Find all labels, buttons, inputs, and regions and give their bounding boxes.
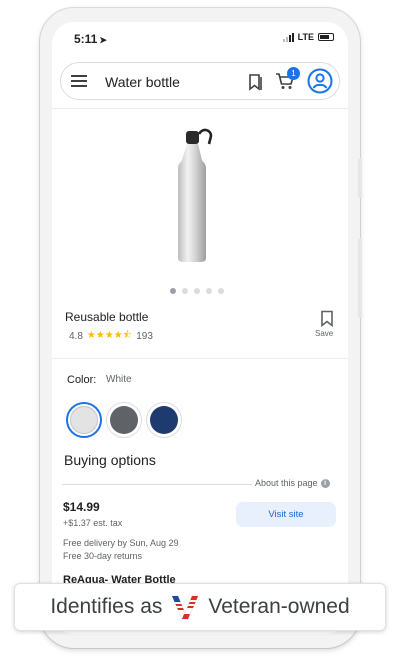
screen: 5:11 ➤ LTE Water bottle 1 Reusable bottl… bbox=[52, 22, 348, 634]
buying-options-heading: Buying options bbox=[64, 452, 156, 468]
section-divider bbox=[52, 358, 348, 359]
carousel-dot[interactable] bbox=[218, 288, 224, 294]
status-time: 5:11 ➤ bbox=[74, 32, 107, 46]
about-divider bbox=[62, 484, 252, 485]
product-title: Reusable bottle bbox=[65, 310, 149, 324]
price: $14.99 bbox=[63, 500, 100, 514]
time-text: 5:11 bbox=[74, 32, 98, 46]
about-this-page[interactable]: About this page i bbox=[255, 478, 330, 488]
veteran-owned-banner: Identifies as Veteran-owned bbox=[14, 583, 386, 631]
search-query[interactable]: Water bottle bbox=[105, 74, 180, 90]
location-arrow-icon: ➤ bbox=[99, 35, 107, 45]
info-icon[interactable]: i bbox=[320, 478, 330, 488]
volume-button bbox=[358, 238, 362, 318]
review-count: 193 bbox=[136, 331, 153, 342]
color-label: Color: bbox=[67, 374, 97, 386]
tax-estimate: +$1.37 est. tax bbox=[63, 518, 123, 528]
carousel-dot[interactable] bbox=[206, 288, 212, 294]
battery-icon bbox=[318, 33, 334, 41]
menu-icon[interactable] bbox=[71, 75, 87, 87]
phone-frame: 5:11 ➤ LTE Water bottle 1 Reusable bottl… bbox=[40, 8, 362, 648]
delivery-info: Free delivery by Sun, Aug 29 bbox=[63, 538, 179, 548]
search-bar[interactable]: Water bottle 1 bbox=[60, 62, 340, 100]
header-divider bbox=[52, 108, 348, 109]
rating-row[interactable]: 4.8 ★★★★⯪ 193 bbox=[69, 328, 153, 345]
about-label[interactable]: About this page bbox=[255, 478, 318, 488]
carousel-dot[interactable] bbox=[170, 288, 176, 294]
signal-icon bbox=[282, 32, 294, 42]
power-button bbox=[358, 158, 362, 198]
carousel-dot[interactable] bbox=[182, 288, 188, 294]
bookmarks-icon[interactable] bbox=[247, 73, 265, 91]
returns-info: Free 30-day returns bbox=[63, 551, 143, 561]
status-indicators: LTE bbox=[282, 32, 334, 42]
carousel-dots[interactable] bbox=[170, 288, 224, 294]
save-bookmark-icon[interactable] bbox=[320, 310, 334, 327]
visit-site-button[interactable]: Visit site bbox=[236, 502, 336, 527]
account-icon[interactable] bbox=[307, 68, 333, 94]
color-swatch-gray[interactable] bbox=[110, 406, 138, 434]
network-label: LTE bbox=[297, 32, 314, 42]
color-swatch-white[interactable] bbox=[70, 406, 98, 434]
cart-badge: 1 bbox=[287, 67, 300, 80]
carousel-dot[interactable] bbox=[194, 288, 200, 294]
banner-prefix: Identifies as bbox=[50, 595, 163, 618]
color-swatch-navy[interactable] bbox=[150, 406, 178, 434]
color-value: White bbox=[106, 374, 132, 385]
rating-value: 4.8 bbox=[69, 331, 83, 342]
save-label[interactable]: Save bbox=[315, 329, 333, 338]
product-image[interactable] bbox=[167, 124, 227, 264]
status-bar: 5:11 ➤ LTE bbox=[52, 22, 348, 54]
banner-suffix: Veteran-owned bbox=[208, 595, 350, 618]
star-rating-icon: ★★★★⯪ bbox=[86, 330, 133, 341]
veteran-flag-icon bbox=[172, 595, 199, 620]
